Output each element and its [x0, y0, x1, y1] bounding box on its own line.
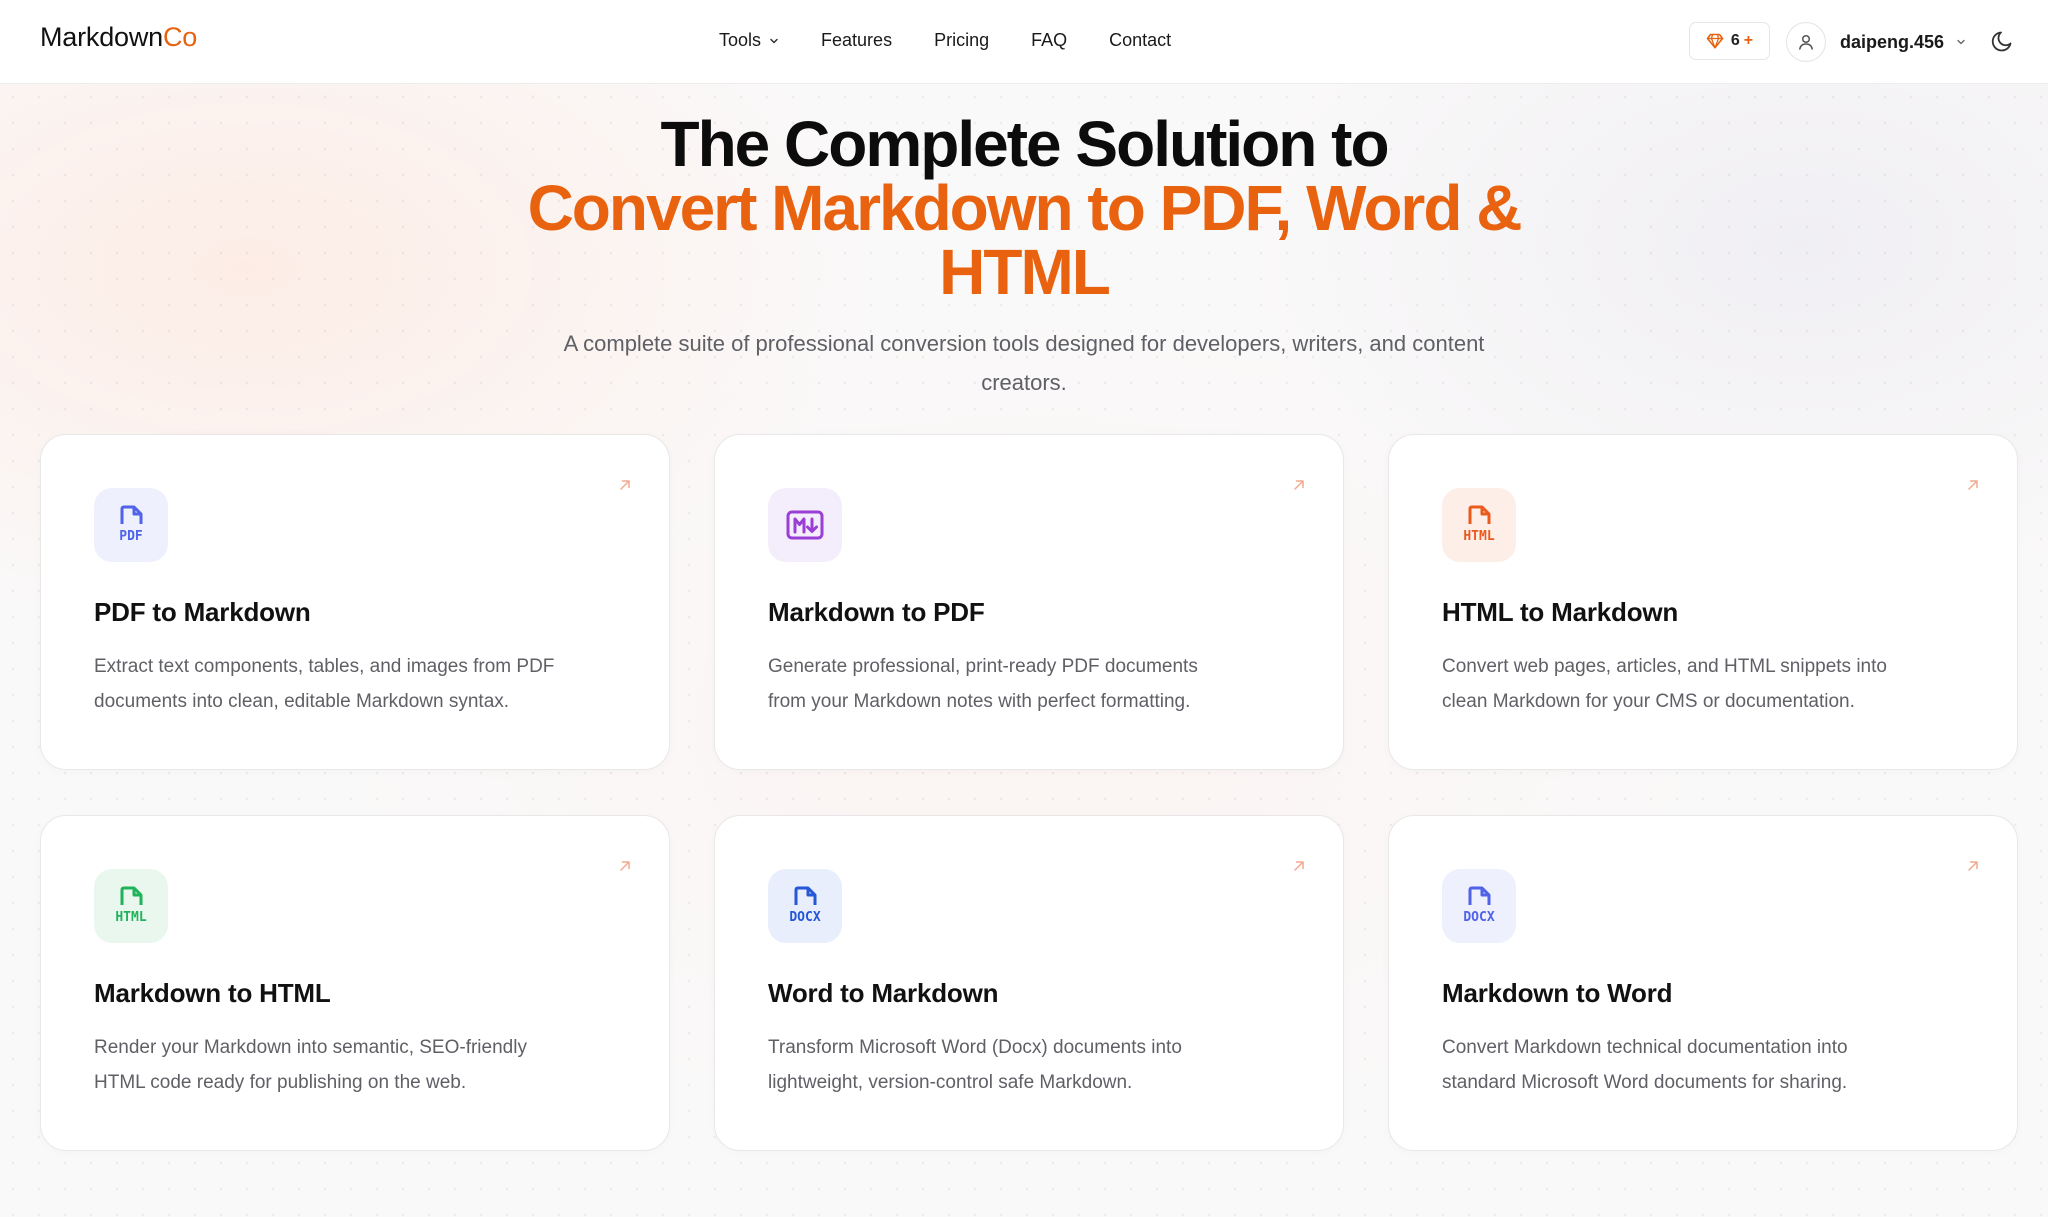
logo[interactable]: MarkdownCo — [40, 22, 197, 53]
hero-section: The Complete Solution to Convert Markdow… — [0, 112, 2048, 304]
card-description-line: clean Markdown for your CMS or documenta… — [1442, 691, 1855, 712]
nav-tools-dropdown[interactable]: Tools — [719, 30, 779, 51]
credits-count: 6 — [1730, 32, 1740, 49]
nav-contact[interactable]: Contact — [1109, 30, 1171, 51]
hero-subtitle: A complete suite of professional convers… — [0, 324, 2048, 402]
tool-card-markdown-to-pdf[interactable]: Markdown to PDF Generate professional, p… — [714, 434, 1344, 770]
avatar — [1786, 22, 1826, 62]
card-description: Convert Markdown technical documentation… — [1442, 1030, 1982, 1100]
nav-faq[interactable]: FAQ — [1031, 30, 1067, 51]
card-description-line: Extract text components, tables, and ima… — [94, 656, 555, 677]
card-description-line: Convert web pages, articles, and HTML sn… — [1442, 656, 1887, 677]
icon-label: PDF — [119, 529, 143, 544]
docx-file-icon: DOCX — [789, 886, 821, 925]
card-description-line: HTML code ready for publishing on the we… — [94, 1072, 467, 1093]
credits-button[interactable]: 6 + — [1689, 22, 1770, 60]
tool-card-word-to-markdown[interactable]: DOCX Word to Markdown Transform Microsof… — [714, 815, 1344, 1151]
card-description-line: from your Markdown notes with perfect fo… — [768, 691, 1191, 712]
card-icon-box: DOCX — [1442, 869, 1516, 943]
hero-title-line1: The Complete Solution to — [660, 108, 1389, 180]
moon-icon[interactable] — [1990, 28, 2016, 54]
hero-subtitle-line2: creators. — [981, 370, 1067, 395]
hero-title-line2: Convert Markdown to PDF, Word & — [527, 172, 1523, 244]
hero-subtitle-line1: A complete suite of professional convers… — [563, 331, 1485, 356]
card-description-line: lightweight, version-control safe Markdo… — [768, 1072, 1133, 1093]
tool-card-markdown-to-html[interactable]: HTML Markdown to HTML Render your Markdo… — [40, 815, 670, 1151]
top-navbar: MarkdownCo Tools Features Pricing FAQ Co… — [0, 0, 2048, 84]
card-description: Render your Markdown into semantic, SEO-… — [94, 1030, 634, 1100]
tool-card-html-to-markdown[interactable]: HTML HTML to Markdown Convert web pages,… — [1388, 434, 2018, 770]
user-menu[interactable]: daipeng.456 — [1786, 21, 1966, 63]
pdf-file-icon: PDF — [119, 505, 143, 544]
logo-accent-text: Co — [162, 22, 198, 52]
arrow-up-right-icon — [1968, 480, 1978, 490]
card-description-line: Render your Markdown into semantic, SEO-… — [94, 1037, 527, 1058]
arrow-up-right-icon — [620, 480, 630, 490]
card-icon-box: DOCX — [768, 869, 842, 943]
card-icon-box — [768, 488, 842, 562]
arrow-up-right-icon — [1968, 861, 1978, 871]
arrow-up-right-icon — [1294, 480, 1304, 490]
chevron-down-icon — [1957, 39, 1965, 45]
card-description-line: Transform Microsoft Word (Docx) document… — [768, 1037, 1182, 1058]
card-icon-box: PDF — [94, 488, 168, 562]
arrow-up-right-icon — [1294, 861, 1304, 871]
markdown-icon — [786, 510, 824, 540]
card-description-line: Generate professional, print-ready PDF d… — [768, 656, 1198, 677]
logo-text: Markdown — [40, 22, 163, 52]
arrow-up-right-icon — [620, 861, 630, 871]
diamond-icon — [1706, 33, 1724, 49]
html-file-icon: HTML — [1463, 505, 1495, 544]
card-title: Markdown to HTML — [94, 978, 331, 1008]
card-title: PDF to Markdown — [94, 597, 311, 627]
card-description: Convert web pages, articles, and HTML sn… — [1442, 649, 1982, 719]
card-title: HTML to Markdown — [1442, 597, 1679, 627]
card-description-line: standard Microsoft Word documents for sh… — [1442, 1072, 1848, 1093]
card-description: Extract text components, tables, and ima… — [94, 649, 634, 719]
card-title: Markdown to PDF — [768, 597, 985, 627]
card-title: Markdown to Word — [1442, 978, 1673, 1008]
card-description-line: Convert Markdown technical documentation… — [1442, 1037, 1848, 1058]
main-nav: Tools Features Pricing FAQ Contact — [719, 30, 1213, 51]
hero-title: The Complete Solution to Convert Markdow… — [0, 112, 2048, 304]
tool-card-markdown-to-word[interactable]: DOCX Markdown to Word Convert Markdown t… — [1388, 815, 2018, 1151]
icon-label: DOCX — [1463, 910, 1494, 925]
hero-title-line3: HTML — [939, 236, 1111, 308]
icon-label: HTML — [115, 910, 146, 925]
user-icon — [1799, 34, 1813, 50]
html-file-icon: HTML — [115, 886, 147, 925]
card-description: Generate professional, print-ready PDF d… — [768, 649, 1308, 719]
nav-tools-label: Tools — [719, 30, 762, 50]
username: daipeng.456 — [1840, 31, 1945, 52]
icon-label: HTML — [1463, 529, 1494, 544]
tool-card-pdf-to-markdown[interactable]: PDF PDF to Markdown Extract text compone… — [40, 434, 670, 770]
card-icon-box: HTML — [1442, 488, 1516, 562]
card-title: Word to Markdown — [768, 978, 999, 1008]
card-icon-box: HTML — [94, 869, 168, 943]
chevron-down-icon — [770, 38, 778, 43]
docx-file-icon: DOCX — [1463, 886, 1495, 925]
credits-plus: + — [1743, 32, 1754, 49]
nav-pricing[interactable]: Pricing — [934, 30, 989, 51]
icon-label: DOCX — [789, 910, 820, 925]
card-description-line: documents into clean, editable Markdown … — [94, 691, 510, 712]
nav-features[interactable]: Features — [821, 30, 892, 51]
card-description: Transform Microsoft Word (Docx) document… — [768, 1030, 1308, 1100]
